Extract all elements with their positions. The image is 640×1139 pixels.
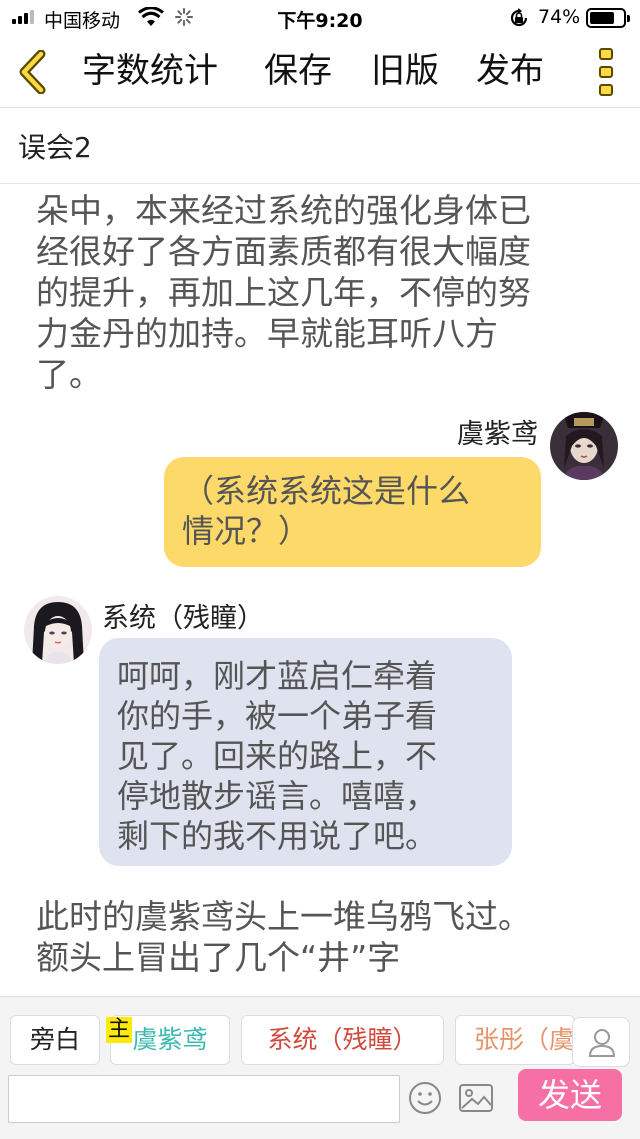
avatar[interactable] [24,596,92,664]
chapter-title[interactable]: 误会2 [18,126,92,166]
save-button[interactable]: 保存 [264,48,332,94]
image-icon[interactable] [458,1081,494,1115]
publish-button[interactable]: 发布 [476,48,544,94]
add-role-button[interactable] [572,1017,630,1067]
old-version-button[interactable]: 旧版 [371,48,439,94]
battery-icon [586,8,630,28]
chapter-header: 误会2 [0,108,640,184]
role-tab-system[interactable]: 系统（残瞳） [241,1015,444,1065]
narration-block[interactable]: 此时的虞紫鸢头上一堆乌鸦飞过。 额头上冒出了几个“井”字 [36,896,616,978]
send-button[interactable]: 发送 [518,1069,622,1121]
more-icon[interactable] [596,48,616,96]
main-character-badge: 主 [106,1017,133,1043]
role-tab-narrator[interactable]: 旁白 [10,1015,100,1065]
emoji-icon[interactable] [408,1081,442,1115]
narration-block[interactable]: 朵中，本来经过系统的强化身体已 经很好了各方面素质都有很大幅度 的提升，再加上这… [36,190,616,395]
speaker-name-left: 系统（残瞳） [102,603,264,634]
orientation-lock-icon [510,8,528,27]
input-panel: 旁白 虞紫鸢 主 系统（残瞳） 张彤（虞 发送 [0,996,640,1139]
user-icon [588,1029,616,1057]
avatar[interactable] [550,412,618,480]
editor-toolbar: 字数统计 保存 旧版 发布 [0,36,640,108]
back-chevron-icon[interactable] [14,50,54,94]
battery-percent: 74% [538,6,581,28]
speaker-name-right: 虞紫鸢 [457,419,538,450]
status-bar: 中国移动 下午9:20 74% [0,0,640,36]
message-input[interactable] [8,1075,400,1123]
word-count-button[interactable]: 字数统计 [82,48,218,94]
message-bubble-left[interactable]: 呵呵，刚才蓝启仁牵着 你的手，被一个弟子看 见了。回来的路上，不 停地散步谣言。… [99,638,512,866]
message-bubble-right[interactable]: （系统系统这是什么 情况？） [164,457,541,567]
role-tab-zhang[interactable]: 张彤（虞 [455,1015,575,1065]
